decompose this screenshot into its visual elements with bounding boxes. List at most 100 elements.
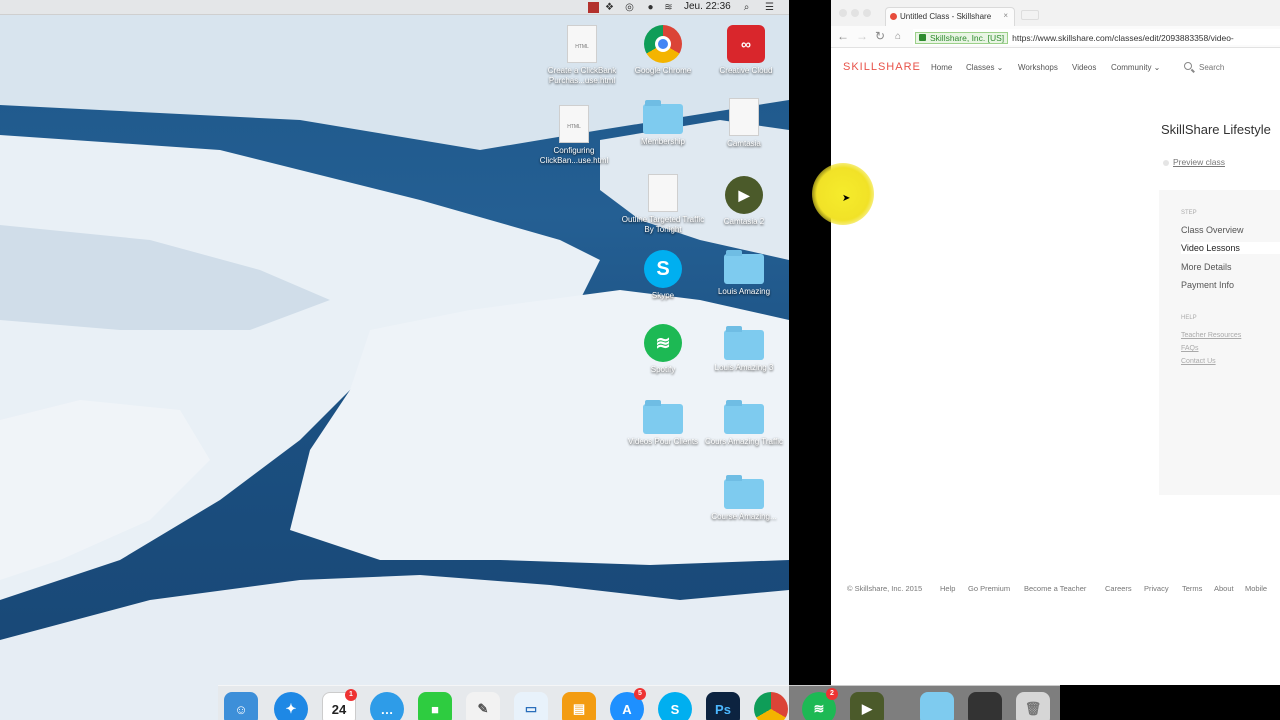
camtasia-icon: ▶	[725, 176, 763, 214]
dock-safari-icon[interactable]: ✦	[274, 692, 308, 720]
dock: ☺ ✦ 24 1 … ■ ✎ ▭ ▤ A5 S Ps ≋ 2 ▶ 🗑	[218, 685, 1060, 720]
dock-messages-icon[interactable]: …	[370, 692, 404, 720]
nav-home[interactable]: Home	[931, 63, 952, 72]
wifi-icon[interactable]: ≋	[663, 2, 674, 13]
nav-videos[interactable]: Videos	[1072, 63, 1096, 72]
folder-icon	[643, 400, 683, 434]
footer-link-privacy[interactable]: Privacy	[1144, 584, 1169, 593]
minimize-window-button[interactable]	[851, 9, 859, 17]
folder-icon	[724, 250, 764, 284]
url-text: https://www.skillshare.com/classes/edit/…	[1012, 33, 1234, 43]
close-window-button[interactable]	[839, 9, 847, 17]
dock-spotify-icon[interactable]: ≋ 2	[802, 688, 838, 720]
dock-stack-icon[interactable]	[968, 692, 1002, 720]
menu-bar: ❖ ◎ ● ≋ Jeu. 22:36 ⌕ ☰	[0, 0, 789, 15]
footer-link-about[interactable]: About	[1214, 584, 1234, 593]
folder-icon	[643, 100, 683, 134]
screen-gap	[789, 0, 831, 720]
dock-keynote-icon[interactable]: ▭	[514, 692, 548, 720]
lock-icon	[919, 34, 926, 41]
sidebar-link-teacher-resources[interactable]: Teacher Resources	[1181, 332, 1241, 339]
class-edit-sidebar: STEP Class Overview Video Lessons More D…	[1159, 190, 1280, 495]
sync-icon[interactable]: ●	[645, 2, 656, 13]
desktop-icon-configuring-clickbank[interactable]: HTML Configuring ClickBan...use.html	[531, 105, 617, 166]
nav-classes[interactable]: Classes ⌄	[966, 63, 1003, 72]
desktop-icon-camtasia-2[interactable]: ▶ Camtasia 2	[701, 176, 787, 227]
spotify-icon: ≋	[644, 324, 682, 362]
site-navigation: SKILLSHARE Home Classes ⌄ Workshops Vide…	[831, 58, 1280, 78]
close-tab-icon[interactable]: ×	[1003, 11, 1008, 20]
folder-icon	[724, 326, 764, 360]
recording-icon[interactable]	[588, 2, 599, 13]
dock-facetime-icon[interactable]: ■	[418, 692, 452, 720]
desktop-icon-louis-amazing-3[interactable]: Louis Amazing 3	[701, 326, 787, 373]
back-icon[interactable]: ←	[837, 29, 849, 43]
sidebar-item-more-details[interactable]: More Details	[1181, 262, 1232, 272]
spotlight-search-icon[interactable]: ⌕	[741, 2, 752, 13]
notification-center-icon[interactable]: ☰	[764, 2, 775, 13]
chrome-icon	[644, 25, 682, 63]
desktop-icon-skype[interactable]: S Skype	[620, 250, 706, 301]
creative-cloud-menu-icon[interactable]: ◎	[624, 2, 635, 13]
class-title: SkillShare Lifestyle	[1161, 122, 1271, 137]
dock-app-store-icon[interactable]: A5	[610, 688, 646, 720]
desktop-icon-membership[interactable]: Membership	[620, 100, 706, 147]
desktop-icon-course-amazing[interactable]: Course Amazing...	[701, 475, 787, 522]
calendar-badge: 1	[345, 689, 357, 701]
html-file-icon: HTML	[567, 25, 597, 63]
dock-downloads-folder-icon[interactable]	[920, 692, 954, 720]
dropbox-icon[interactable]: ❖	[604, 2, 615, 13]
browser-tab[interactable]: Untitled Class - Skillshare ×	[885, 7, 1015, 26]
sidebar-link-faqs[interactable]: FAQs	[1181, 345, 1199, 352]
home-icon[interactable]: ⌂	[895, 31, 901, 42]
menu-clock[interactable]: Jeu. 22:36	[684, 1, 731, 12]
sidebar-item-video-lessons[interactable]: Video Lessons	[1181, 242, 1280, 254]
url-field[interactable]: Skillshare, Inc. [US] https://www.skillsh…	[913, 29, 1280, 45]
nav-workshops[interactable]: Workshops	[1018, 63, 1058, 72]
reload-icon[interactable]: ↻	[875, 29, 885, 43]
sidebar-item-class-overview[interactable]: Class Overview	[1181, 225, 1244, 235]
document-icon	[648, 174, 678, 212]
desktop-icon-cours-amazing-traffic[interactable]: Cours Amazing Traffic	[701, 400, 787, 447]
desktop-icon-videos-pour-clients[interactable]: Videos Pour Clients	[620, 400, 706, 447]
address-bar-row: ← → ↻ ⌂ Skillshare, Inc. [US] https://www…	[831, 26, 1280, 48]
dock-trash-icon[interactable]: 🗑	[1016, 692, 1050, 720]
secure-badge[interactable]: Skillshare, Inc. [US]	[915, 32, 1009, 44]
dock-camtasia-icon[interactable]: ▶	[850, 692, 884, 720]
desktop-icon-louis-amazing[interactable]: Louis Amazing	[701, 250, 787, 297]
desktop-icon-outline-traffic[interactable]: Outline Targeted Traffic By Tonight	[620, 174, 706, 235]
dock-ibooks-icon[interactable]: ▤	[562, 692, 596, 720]
preview-class-link[interactable]: Preview class	[1173, 157, 1225, 167]
dock-notes-icon[interactable]: ✎	[466, 692, 500, 720]
desktop-icon-clickbank-html[interactable]: HTML Create a ClickBank Purchas...use.ht…	[539, 25, 625, 86]
dock-calendar-icon[interactable]: 24 1	[322, 689, 357, 720]
html-file-icon: HTML	[559, 105, 589, 143]
nav-community[interactable]: Community ⌄	[1111, 63, 1160, 72]
footer-link-help[interactable]: Help	[940, 584, 955, 593]
footer-link-careers[interactable]: Careers	[1105, 584, 1132, 593]
search-input[interactable]	[1199, 62, 1279, 73]
dock-photoshop-icon[interactable]: Ps	[706, 692, 740, 720]
desktop-icon-google-chrome[interactable]: Google Chrome	[620, 25, 706, 76]
sidebar-link-contact-us[interactable]: Contact Us	[1181, 358, 1216, 365]
tab-bar: Untitled Class - Skillshare ×	[831, 0, 1280, 26]
forward-icon[interactable]: →	[856, 29, 868, 43]
sidebar-item-payment-info[interactable]: Payment Info	[1181, 280, 1234, 290]
footer-link-go-premium[interactable]: Go Premium	[968, 584, 1010, 593]
skillshare-logo[interactable]: SKILLSHARE	[843, 61, 921, 73]
spotify-badge: 2	[826, 688, 838, 700]
search-icon[interactable]	[1184, 62, 1192, 70]
dock-skype-icon[interactable]: S	[658, 692, 692, 720]
desktop-icon-creative-cloud[interactable]: ∞ Creative Cloud	[703, 25, 789, 76]
zoom-window-button[interactable]	[863, 9, 871, 17]
desktop: ❖ ◎ ● ≋ Jeu. 22:36 ⌕ ☰ HTML Create a Cli…	[0, 0, 789, 720]
footer-link-terms[interactable]: Terms	[1182, 584, 1202, 593]
footer-link-mobile[interactable]: Mobile	[1245, 584, 1267, 593]
footer-link-become-teacher[interactable]: Become a Teacher	[1024, 584, 1086, 593]
new-tab-button[interactable]	[1021, 10, 1039, 20]
document-icon	[729, 98, 759, 136]
dock-chrome-icon[interactable]	[754, 692, 788, 720]
desktop-icon-camtasia[interactable]: Camtasia	[701, 98, 787, 149]
dock-finder-icon[interactable]: ☺	[224, 692, 258, 720]
desktop-icon-spotify[interactable]: ≋ Spotify	[620, 324, 706, 375]
